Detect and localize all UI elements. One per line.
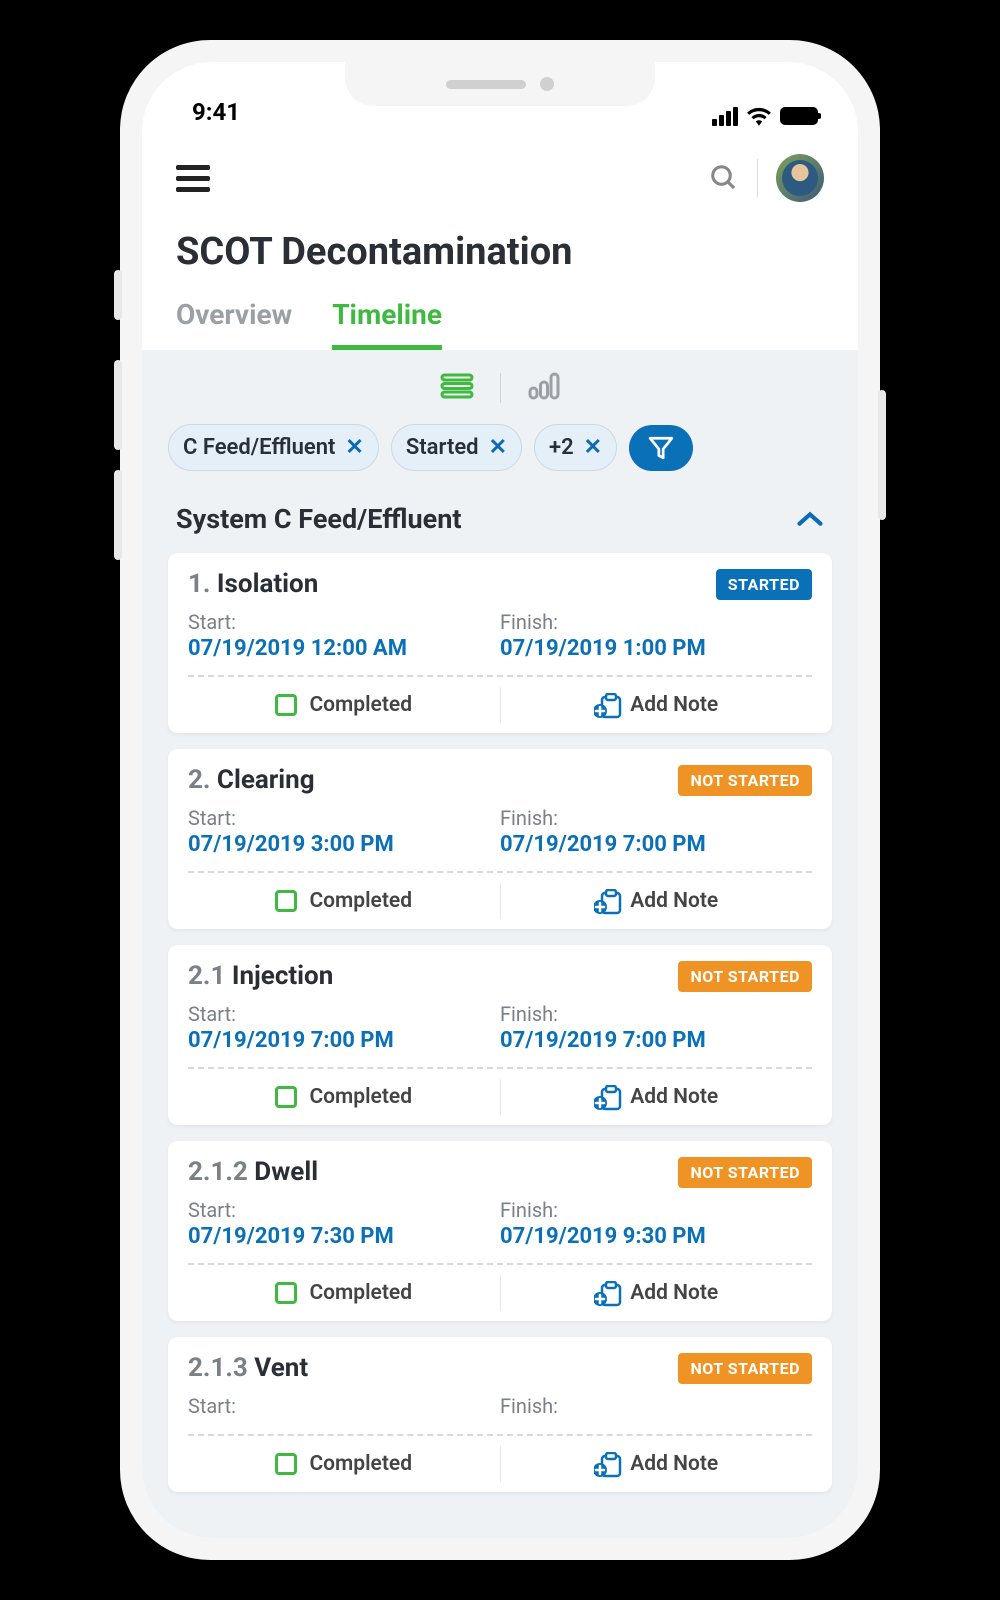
chevron-up-icon[interactable] [796, 503, 824, 535]
finish-value: 07/19/2019 1:00 PM [500, 636, 812, 661]
chip-label: +2 [549, 435, 574, 460]
start-value: 07/19/2019 12:00 AM [188, 636, 500, 661]
add-note-label: Add Note [630, 693, 718, 717]
filter-chip[interactable]: Started ✕ [391, 424, 522, 471]
tab-overview[interactable]: Overview [176, 298, 292, 350]
add-note-icon [594, 1085, 618, 1109]
completed-label: Completed [309, 889, 412, 913]
list-view-icon[interactable] [440, 373, 474, 403]
tabs: Overview Timeline [172, 298, 828, 350]
start-label: Start: [188, 1002, 500, 1026]
page-title: SCOT Decontamination [176, 230, 828, 274]
timeline-card: 2.1 Injection NOT STARTED Start: 07/19/2… [168, 945, 832, 1125]
start-value: 07/19/2019 3:00 PM [188, 832, 500, 857]
battery-icon [780, 107, 818, 125]
add-note-button[interactable]: Add Note [501, 1436, 813, 1492]
close-icon[interactable]: ✕ [345, 435, 363, 460]
completed-button[interactable]: Completed [188, 677, 500, 733]
chart-view-icon[interactable] [527, 372, 561, 404]
timeline-card: 2.1.3 Vent NOT STARTED Start: Finish: Co… [168, 1337, 832, 1492]
add-note-label: Add Note [630, 1281, 718, 1305]
finish-value: 07/19/2019 7:00 PM [500, 1028, 812, 1053]
timeline-card: 2. Clearing NOT STARTED Start: 07/19/201… [168, 749, 832, 929]
checkbox-icon [275, 1282, 297, 1304]
add-note-label: Add Note [630, 1452, 718, 1476]
start-label: Start: [188, 610, 500, 634]
add-note-button[interactable]: Add Note [501, 1069, 813, 1125]
start-value: 07/19/2019 7:00 PM [188, 1028, 500, 1053]
add-note-icon [594, 889, 618, 913]
add-note-icon [594, 1452, 618, 1476]
checkbox-icon [275, 1453, 297, 1475]
add-note-icon [594, 1281, 618, 1305]
start-value: 07/19/2019 7:30 PM [188, 1224, 500, 1249]
close-icon[interactable]: ✕ [489, 435, 507, 460]
card-title: 2.1 Injection [188, 961, 333, 991]
completed-button[interactable]: Completed [188, 1265, 500, 1321]
status-badge: NOT STARTED [678, 1353, 812, 1384]
status-badge: NOT STARTED [678, 1157, 812, 1188]
card-title: 2.1.2 Dwell [188, 1157, 318, 1187]
card-title: 2.1.3 Vent [188, 1353, 308, 1383]
finish-label: Finish: [500, 1002, 812, 1026]
completed-button[interactable]: Completed [188, 873, 500, 929]
finish-value: 07/19/2019 9:30 PM [500, 1224, 812, 1249]
add-note-icon [594, 693, 618, 717]
completed-label: Completed [309, 1452, 412, 1476]
finish-label: Finish: [500, 1198, 812, 1222]
filter-chip[interactable]: +2 ✕ [534, 424, 617, 471]
status-time: 9:41 [192, 98, 240, 126]
add-note-button[interactable]: Add Note [501, 873, 813, 929]
filter-chip[interactable]: C Feed/Effluent ✕ [168, 424, 379, 471]
chip-label: C Feed/Effluent [183, 435, 335, 460]
start-label: Start: [188, 806, 500, 830]
add-note-button[interactable]: Add Note [501, 1265, 813, 1321]
close-icon[interactable]: ✕ [584, 435, 602, 460]
status-badge: NOT STARTED [678, 765, 812, 796]
start-label: Start: [188, 1394, 500, 1418]
completed-label: Completed [309, 1085, 412, 1109]
wifi-icon [746, 106, 772, 126]
finish-label: Finish: [500, 806, 812, 830]
status-badge: STARTED [716, 569, 812, 600]
add-note-label: Add Note [630, 889, 718, 913]
start-label: Start: [188, 1198, 500, 1222]
menu-icon[interactable] [176, 165, 210, 192]
finish-label: Finish: [500, 610, 812, 634]
avatar[interactable] [776, 154, 824, 202]
cellular-signal-icon [712, 107, 738, 126]
status-badge: NOT STARTED [678, 961, 812, 992]
completed-button[interactable]: Completed [188, 1436, 500, 1492]
section-title: System C Feed/Effluent [176, 503, 461, 535]
completed-label: Completed [309, 1281, 412, 1305]
checkbox-icon [275, 890, 297, 912]
add-note-label: Add Note [630, 1085, 718, 1109]
timeline-card: 2.1.2 Dwell NOT STARTED Start: 07/19/201… [168, 1141, 832, 1321]
add-note-button[interactable]: Add Note [501, 677, 813, 733]
chip-label: Started [406, 435, 479, 460]
completed-label: Completed [309, 693, 412, 717]
checkbox-icon [275, 694, 297, 716]
card-title: 1. Isolation [188, 569, 318, 599]
checkbox-icon [275, 1086, 297, 1108]
finish-value: 07/19/2019 7:00 PM [500, 832, 812, 857]
tab-timeline[interactable]: Timeline [332, 298, 442, 350]
timeline-card: 1. Isolation STARTED Start: 07/19/2019 1… [168, 553, 832, 733]
finish-label: Finish: [500, 1394, 812, 1418]
search-icon[interactable] [709, 163, 739, 193]
filter-button[interactable] [629, 425, 693, 471]
card-title: 2. Clearing [188, 765, 315, 795]
completed-button[interactable]: Completed [188, 1069, 500, 1125]
